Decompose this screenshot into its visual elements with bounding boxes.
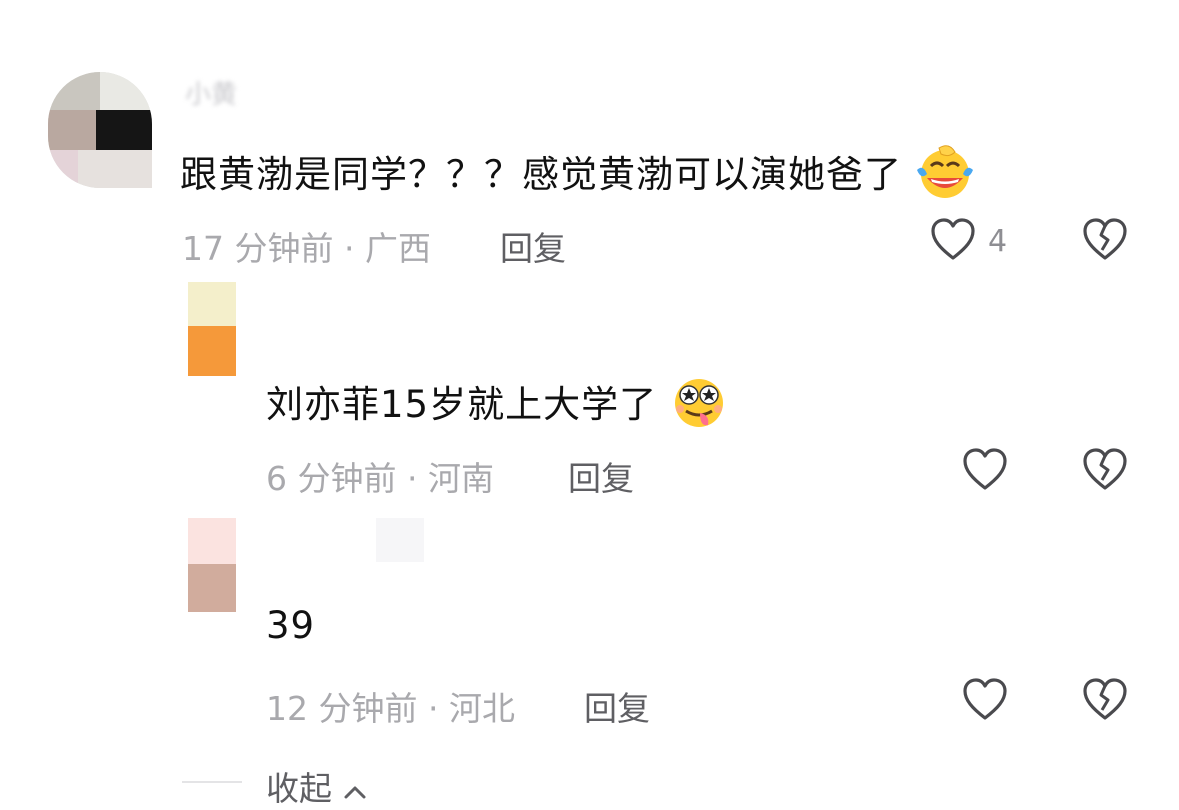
heart-outline-icon [962,448,1008,496]
username[interactable]: 小黄 [185,74,237,111]
comment-meta: 17 分钟前 · 广西 [182,229,431,268]
collapse-label: 收起 [266,769,332,808]
broken-heart-icon [1082,448,1128,496]
heart-outline-icon [962,678,1008,726]
dislike-button[interactable] [1082,448,1128,496]
laughing-tears-emoji [915,144,975,209]
dislike-button[interactable] [1082,218,1128,266]
comment-text: 跟黄渤是同学？？？感觉黄渤可以演她爸了 [180,144,975,209]
collapse-button[interactable]: 收起 [266,762,367,810]
dislike-button[interactable] [1082,678,1128,726]
reply-button[interactable]: 回复 [500,222,566,270]
reply-avatar[interactable] [188,282,236,376]
star-eyes-tongue-emoji [670,375,728,438]
reply-button[interactable]: 回复 [584,682,650,730]
reply-body: 刘亦菲15岁就上大学了 [266,383,658,426]
broken-heart-icon [1082,218,1128,266]
reply-button[interactable]: 回复 [568,452,634,500]
blurred-username [376,518,424,562]
like-count: 4 [988,224,1008,259]
reply-avatar[interactable] [188,518,236,612]
comment-body: 跟黄渤是同学？？？感觉黄渤可以演她爸了 [180,153,902,196]
divider [182,781,242,783]
like-button[interactable] [962,678,1008,726]
like-button[interactable] [930,218,976,266]
heart-outline-icon [930,218,976,266]
reply-text: 刘亦菲15岁就上大学了 [266,374,728,438]
chevron-up-icon [343,771,367,810]
broken-heart-icon [1082,678,1128,726]
avatar[interactable] [48,72,152,188]
reply-text: 39 [266,604,316,647]
like-button[interactable] [962,448,1008,496]
reply-meta: 6 分钟前 · 河南 [266,459,494,498]
reply-meta: 12 分钟前 · 河北 [266,689,515,728]
